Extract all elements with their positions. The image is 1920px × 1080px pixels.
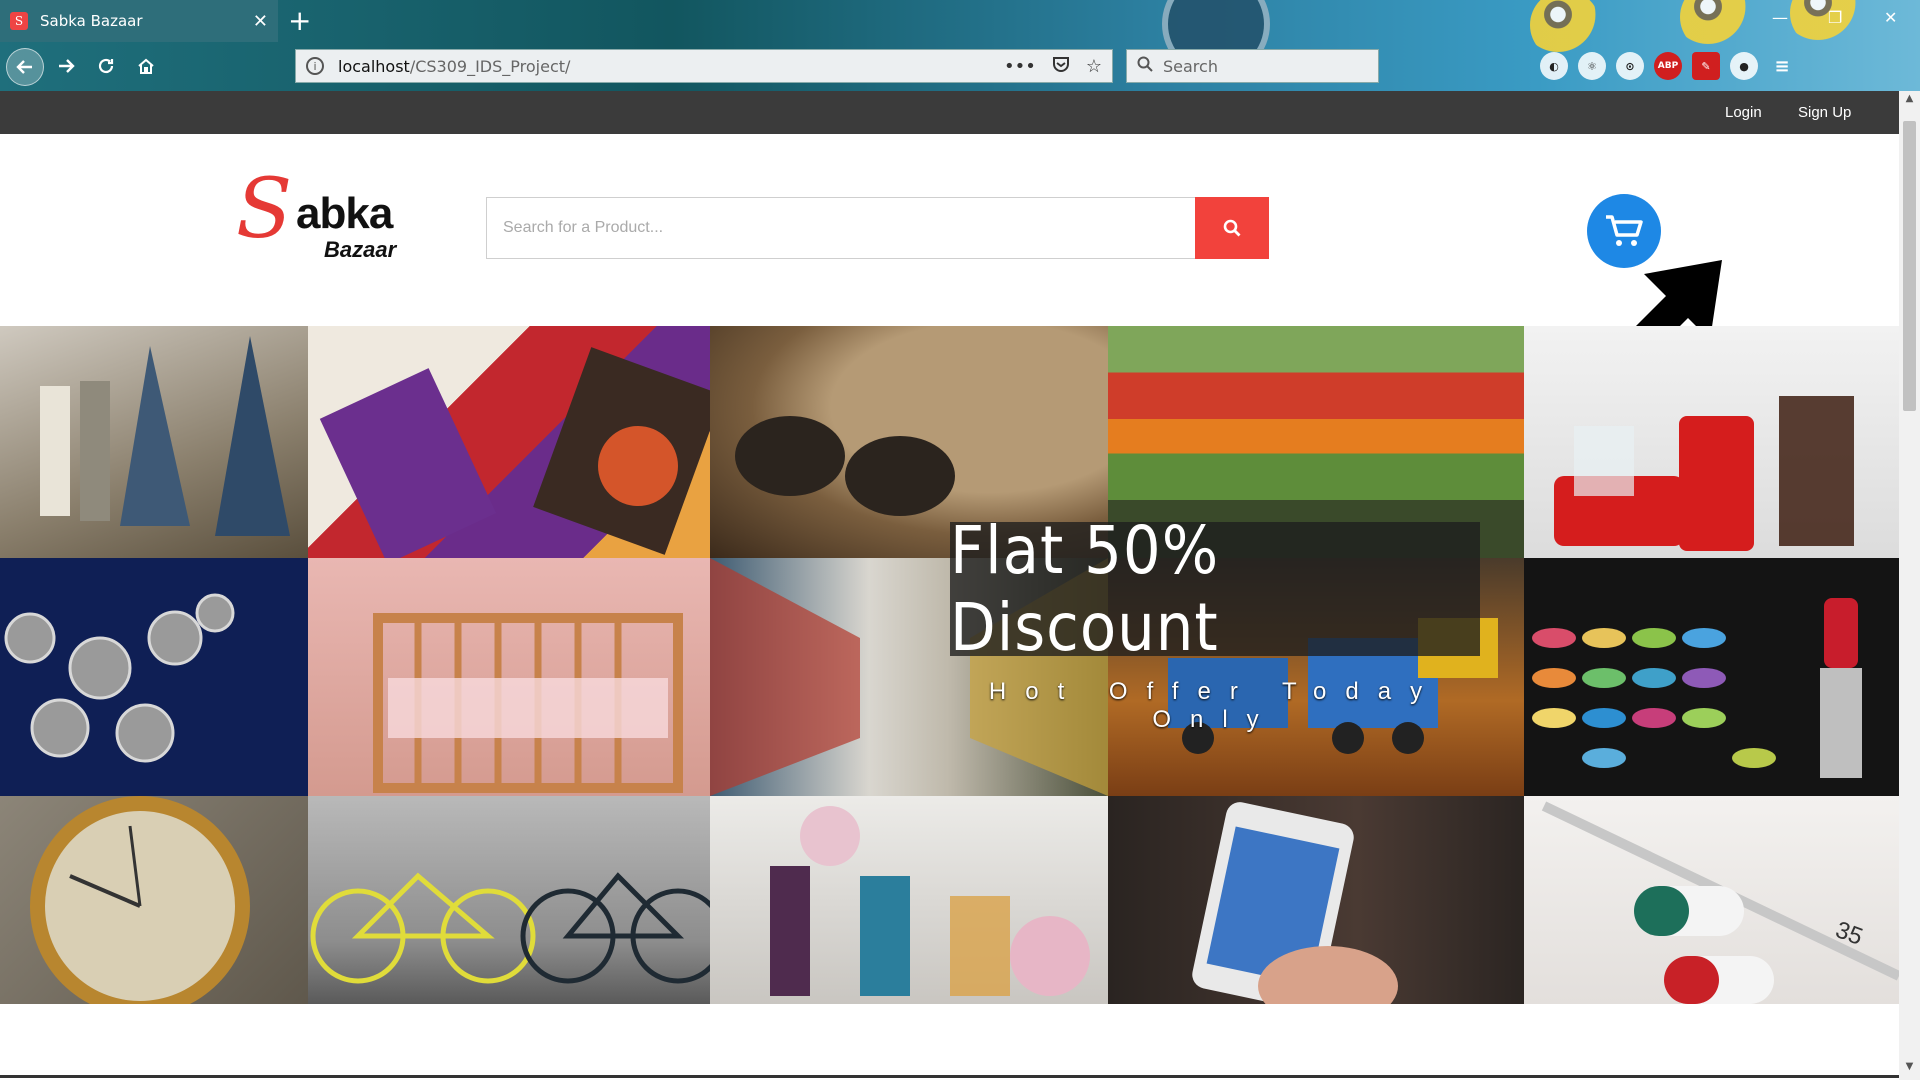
product-search (486, 197, 1269, 259)
forward-button[interactable] (48, 48, 84, 84)
promo-banner[interactable]: 35 Flat 50% Discount Hot Offer Today Onl… (0, 326, 1899, 1004)
maximize-window-icon[interactable]: ❐ (1828, 8, 1842, 27)
extension-icon[interactable]: ⊙ (1616, 52, 1644, 80)
logo-word-abka: abka (296, 189, 393, 238)
new-tab-button[interactable]: + (288, 4, 311, 37)
extension-icon[interactable]: ⚛ (1578, 52, 1606, 80)
tile-coca-cola (1524, 326, 1899, 558)
tile-bicycles (308, 796, 710, 1004)
browser-search-field[interactable]: Search (1126, 49, 1379, 83)
tile-fashion-mannequins (0, 326, 308, 558)
back-button[interactable] (6, 48, 44, 86)
logo-initial: S (236, 162, 293, 257)
product-search-input[interactable] (486, 197, 1195, 259)
browser-search-placeholder: Search (1163, 56, 1218, 76)
tile-wristwatch (0, 796, 308, 1004)
page-scrollbar[interactable]: ▲ ▼ (1899, 91, 1920, 1080)
extension-icon[interactable]: ✎ (1692, 52, 1720, 80)
arrow-left-icon (16, 60, 32, 74)
tile-makeup-palette (1524, 558, 1899, 796)
bookmark-star-icon[interactable]: ☆ (1086, 56, 1102, 77)
login-link[interactable]: Login (1725, 91, 1762, 134)
page-divider (0, 1075, 1899, 1078)
tile-baby-crib (308, 558, 710, 796)
tile-pills-thermometer: 35 (1524, 796, 1899, 1004)
scroll-down-icon[interactable]: ▼ (1903, 1061, 1916, 1075)
url-bar[interactable]: i localhost/CS309_IDS_Project/ ••• ☆ (295, 49, 1113, 83)
theme-minion-decoration (1790, 0, 1860, 48)
home-button[interactable] (128, 48, 164, 84)
tile-perfumes (710, 796, 1108, 1004)
search-icon (1223, 219, 1241, 237)
shopping-cart-icon (1606, 215, 1643, 246)
reload-button[interactable] (88, 48, 124, 84)
scroll-up-icon[interactable]: ▲ (1903, 93, 1916, 107)
close-tab-icon[interactable]: ✕ (253, 11, 268, 32)
reload-icon (98, 58, 114, 74)
tile-necklace (0, 558, 308, 796)
account-icon[interactable]: ● (1730, 52, 1758, 80)
browser-chrome: S Sabka Bazaar ✕ + i localhost/CS309_IDS… (0, 0, 1920, 91)
pocket-icon[interactable] (1052, 55, 1070, 78)
minimize-window-icon[interactable]: — (1772, 8, 1788, 27)
site-info-icon[interactable]: i (306, 57, 324, 75)
cart-button[interactable] (1587, 194, 1661, 268)
browser-tab[interactable]: S Sabka Bazaar ✕ (0, 0, 278, 42)
adblock-plus-icon[interactable]: ABP (1654, 52, 1682, 80)
page-actions-icon[interactable]: ••• (1004, 56, 1036, 77)
url-host: localhost (338, 56, 410, 76)
site-header: S abka Bazaar (0, 134, 1899, 388)
navigation-toolbar: i localhost/CS309_IDS_Project/ ••• ☆ Sea… (0, 46, 1920, 86)
search-icon (1137, 56, 1153, 77)
home-icon (138, 58, 154, 74)
extension-icon[interactable]: ◐ (1540, 52, 1568, 80)
favicon-icon: S (10, 12, 28, 30)
product-search-button[interactable] (1195, 197, 1269, 259)
extension-toolbar: ◐ ⚛ ⊙ ABP ✎ ● ≡ (1540, 52, 1796, 80)
tile-smartphone (1108, 796, 1524, 1004)
tile-handbags (308, 326, 710, 558)
tab-title: Sabka Bazaar (40, 12, 143, 30)
site-logo[interactable]: S abka Bazaar (236, 169, 401, 264)
banner-subline: Hot Offer Today Only (988, 678, 1442, 733)
theme-minion-decoration (1680, 0, 1750, 52)
signup-link[interactable]: Sign Up (1798, 91, 1851, 134)
banner-headline: Flat 50% Discount (950, 512, 1480, 666)
close-window-icon[interactable]: ✕ (1884, 8, 1897, 27)
url-path: /CS309_IDS_Project/ (409, 56, 571, 76)
arrow-right-icon (59, 59, 75, 73)
logo-word-bazaar: Bazaar (324, 237, 397, 262)
site-top-bar: Login Sign Up (0, 91, 1899, 134)
scrollbar-thumb[interactable] (1903, 121, 1916, 411)
menu-hamburger-icon[interactable]: ≡ (1768, 52, 1796, 80)
